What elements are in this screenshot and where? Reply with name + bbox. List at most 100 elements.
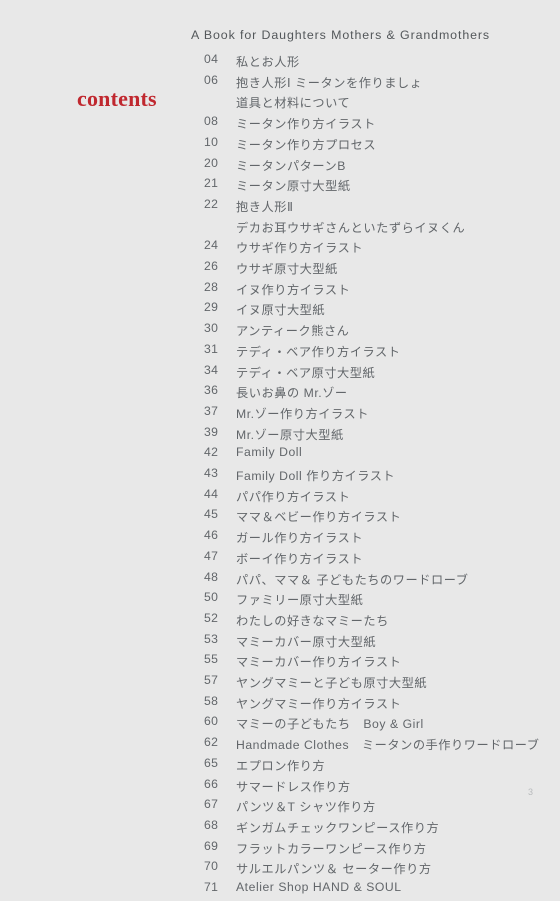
toc-row[interactable]: 08 ミータン作り方イラスト (0, 114, 560, 135)
toc-entry-label: Atelier Shop HAND & SOUL (236, 880, 402, 894)
toc-row[interactable]: 06 抱き人形Ⅰ ミータンを作りましょ (0, 73, 560, 94)
toc-row[interactable]: 62 Handmade Clothes ミータンの手作りワードローブ (0, 735, 560, 756)
toc-row[interactable]: 28 イヌ作り方イラスト (0, 280, 560, 301)
toc-page-number: 06 (204, 72, 219, 87)
toc-row[interactable]: 67 パンツ＆T シャツ作り方 (0, 797, 560, 818)
toc-entry-label: 私とお人形 (236, 55, 300, 69)
toc-row[interactable]: 55 マミーカバー作り方イラスト (0, 652, 560, 673)
toc-row[interactable]: 53 マミーカバー原寸大型紙 (0, 632, 560, 653)
toc-row[interactable]: 26 ウサギ原寸大型紙 (0, 259, 560, 280)
toc-page-number: 34 (204, 362, 219, 377)
toc-entry-label: フラットカラーワンピース作り方 (236, 841, 427, 856)
toc-row[interactable]: 31 テディ・ベア作り方イラスト (0, 342, 560, 363)
toc-entry-label: イヌ作り方イラスト (236, 282, 351, 297)
toc-row[interactable]: 47 ボーイ作り方イラスト (0, 549, 560, 570)
toc-entry-label: テディ・ベア原寸大型紙 (236, 365, 376, 380)
toc-row[interactable]: 20 ミータンパターンB (0, 156, 560, 177)
toc-row[interactable]: 68 ギンガムチェックワンピース作り方 (0, 818, 560, 839)
toc-entry-label: エプロン作り方 (236, 758, 326, 773)
toc-page-number: 48 (204, 569, 219, 584)
toc-page-number: 62 (204, 735, 219, 750)
toc-entry-label: サマードレス作り方 (236, 779, 351, 794)
toc-entry-label: パンツ＆T シャツ作り方 (236, 800, 376, 815)
toc-entry-label: サルエルパンツ＆ セーター作り方 (236, 862, 432, 877)
toc-page-number: 67 (204, 797, 219, 812)
toc-row[interactable]: 04 私とお人形 (0, 52, 560, 73)
toc-page-number: 28 (204, 279, 219, 294)
toc-entry-label: ミータン作り方イラスト (236, 117, 376, 132)
page-number: 3 (528, 787, 534, 797)
toc-row[interactable]: 60 マミーの子どもたち Boy & Girl (0, 714, 560, 735)
toc-entry-label: マミーカバー原寸大型紙 (236, 634, 377, 649)
toc-page-number: 46 (204, 528, 219, 543)
toc-row[interactable]: 37 Mr.ゾー作り方イラスト (0, 404, 560, 425)
toc-page-number: 50 (204, 590, 219, 605)
toc-row[interactable]: 52 わたしの好きなマミーたち (0, 611, 560, 632)
toc-entry-label: Family Doll 作り方イラスト (236, 469, 396, 483)
toc-page-number: 44 (204, 486, 219, 501)
toc-page-number: 68 (204, 817, 219, 832)
toc-page-number: 04 (204, 52, 219, 66)
toc-row[interactable]: 29 イヌ原寸大型紙 (0, 300, 560, 321)
toc-row[interactable]: 30 アンティーク熊さん (0, 321, 560, 342)
toc-page-number: 66 (204, 776, 219, 791)
toc-page-number: 30 (204, 321, 219, 336)
toc-row[interactable]: 43 Family Doll 作り方イラスト (0, 466, 560, 487)
toc-row[interactable]: 46 ガール作り方イラスト (0, 528, 560, 549)
toc-page-number: 10 (204, 134, 219, 149)
toc-row[interactable]: 36 長いお鼻の Mr.ゾー (0, 383, 560, 404)
toc-row[interactable]: 44 パパ作り方イラスト (0, 487, 560, 508)
toc-page-number: 24 (204, 238, 219, 253)
toc-page-number: 69 (204, 838, 219, 853)
toc-row[interactable]: 24 ウサギ作り方イラスト (0, 238, 560, 259)
toc-page-number: 43 (204, 466, 219, 480)
toc-row[interactable]: 58 ヤングマミー作り方イラスト (0, 694, 560, 715)
toc-page-number: 71 (204, 880, 219, 894)
toc-entry-label: ヤングマミーと子ども原寸大型紙 (236, 676, 428, 690)
toc-row[interactable]: 65 エプロン作り方 (0, 756, 560, 777)
toc-row[interactable]: 42 Family Doll (0, 445, 560, 466)
toc-entry-label: ミータンパターンB (236, 158, 346, 173)
toc-row[interactable]: 57 ヤングマミーと子ども原寸大型紙 (0, 673, 560, 694)
toc-row[interactable]: 道具と材料について (0, 93, 560, 114)
toc-row[interactable]: デカお耳ウサギさんといたずらイヌくん (0, 218, 560, 239)
toc-row[interactable]: 66 サマードレス作り方 (0, 777, 560, 798)
toc-row[interactable]: 39 Mr.ゾー原寸大型紙 (0, 425, 560, 446)
toc-entry-label: ボーイ作り方イラスト (236, 551, 364, 566)
toc-row[interactable]: 71 Atelier Shop HAND & SOUL (0, 880, 560, 901)
toc-entry-label: デカお耳ウサギさんといたずらイヌくん (236, 220, 466, 235)
toc-row[interactable]: 48 パパ、ママ＆ 子どもたちのワードローブ (0, 570, 560, 591)
toc-entry-label: パパ、ママ＆ 子どもたちのワードローブ (236, 572, 469, 587)
toc-entry-label: 道具と材料について (236, 96, 351, 111)
toc-page: A Book for Daughters Mothers & Grandmoth… (0, 0, 560, 894)
toc-row[interactable]: 34 テディ・ベア原寸大型紙 (0, 363, 560, 384)
toc-entry-label: ミータン作り方プロセス (236, 137, 377, 152)
toc-row[interactable]: 22 抱き人形Ⅱ (0, 197, 560, 218)
toc-page-number: 37 (204, 403, 219, 418)
toc-entry-label: わたしの好きなマミーたち (236, 613, 389, 628)
toc-entry-label: マミーカバー作り方イラスト (236, 655, 402, 670)
toc-page-number: 36 (204, 383, 219, 398)
toc-row[interactable]: 50 ファミリー原寸大型紙 (0, 590, 560, 611)
toc-entry-label: ヤングマミー作り方イラスト (236, 696, 402, 711)
toc-entry-label: テディ・ベア作り方イラスト (236, 344, 401, 359)
toc-page-number: 31 (204, 341, 219, 356)
toc-row[interactable]: 10 ミータン作り方プロセス (0, 135, 560, 156)
toc-page-number: 45 (204, 507, 219, 522)
toc-entry-label: パパ作り方イラスト (236, 489, 351, 504)
toc-entry-label: アンティーク熊さん (236, 324, 350, 339)
toc-entry-label: Mr.ゾー作り方イラスト (236, 406, 369, 421)
book-title: A Book for Daughters Mothers & Grandmoth… (191, 28, 491, 42)
toc-entry-label: ウサギ作り方イラスト (236, 241, 364, 256)
toc-page-number: 53 (204, 631, 219, 646)
toc-entry-label: ガール作り方イラスト (236, 531, 364, 546)
toc-row[interactable]: 70 サルエルパンツ＆ セーター作り方 (0, 859, 560, 880)
toc-entry-label: 抱き人形Ⅰ ミータンを作りましょ (236, 75, 423, 90)
toc-row[interactable]: 69 フラットカラーワンピース作り方 (0, 839, 560, 860)
toc-row[interactable]: 21 ミータン原寸大型紙 (0, 176, 560, 197)
toc-page-number: 60 (204, 714, 219, 729)
toc-page-number: 20 (204, 155, 219, 170)
toc-entry-label: イヌ原寸大型紙 (236, 303, 326, 318)
toc-row[interactable]: 45 ママ＆ベビー作り方イラスト (0, 507, 560, 528)
toc-page-number: 70 (204, 859, 219, 874)
